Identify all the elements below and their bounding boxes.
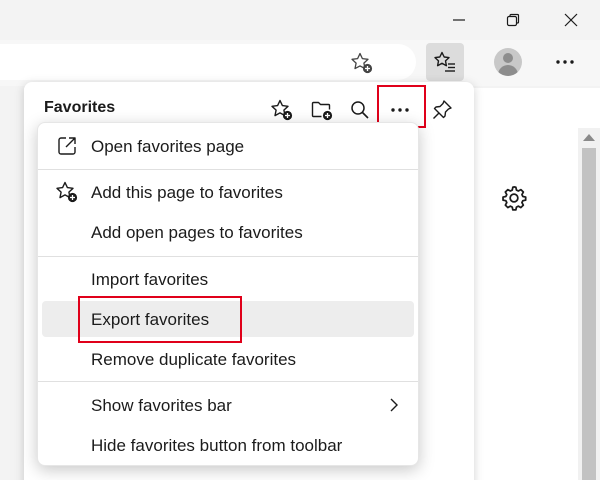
toolbar xyxy=(0,40,600,86)
chevron-right-icon xyxy=(390,398,398,412)
minimize-icon xyxy=(453,19,465,21)
star-add-icon xyxy=(271,99,293,121)
menu-item-import-favorites[interactable]: Import favorites xyxy=(42,261,414,297)
favorites-icon xyxy=(434,51,455,72)
menu-item-show-favorites-bar[interactable]: Show favorites bar xyxy=(42,387,414,423)
menu-item-label: Add open pages to favorites xyxy=(91,223,303,242)
close-button[interactable] xyxy=(544,0,598,40)
gear-icon[interactable] xyxy=(500,184,528,212)
pin-favorites-button[interactable] xyxy=(424,92,460,128)
search-icon xyxy=(351,101,369,119)
close-icon xyxy=(564,13,578,27)
add-favorite-star-icon[interactable] xyxy=(350,51,374,75)
export-favorites-highlight xyxy=(78,296,242,343)
menu-divider xyxy=(38,381,418,382)
menu-item-add-this-page[interactable]: Add this page to favorites xyxy=(42,174,414,210)
menu-item-label: Hide favorites button from toolbar xyxy=(91,436,343,455)
restore-icon xyxy=(506,13,520,27)
menu-item-label: Add this page to favorites xyxy=(91,183,283,202)
scroll-up-arrow-icon[interactable] xyxy=(583,134,595,141)
pin-icon xyxy=(433,100,452,119)
more-icon xyxy=(556,60,574,64)
scrollbar[interactable] xyxy=(578,128,600,480)
page-left-gutter xyxy=(0,88,24,480)
profile-button[interactable] xyxy=(489,43,527,81)
menu-item-label: Open favorites page xyxy=(91,137,245,156)
settings-and-more-button[interactable] xyxy=(546,43,584,81)
menu-divider xyxy=(38,256,418,257)
title-bar xyxy=(0,0,600,40)
menu-item-remove-duplicates[interactable]: Remove duplicate favorites xyxy=(42,341,414,377)
menu-item-add-open-pages[interactable]: Add open pages to favorites xyxy=(42,214,414,250)
avatar xyxy=(494,48,522,76)
open-external-icon xyxy=(58,137,76,155)
scroll-thumb[interactable] xyxy=(582,148,596,480)
menu-item-label: Remove duplicate favorites xyxy=(91,350,297,369)
menu-item-label: Import favorites xyxy=(91,270,209,289)
menu-divider xyxy=(38,169,418,170)
restore-button[interactable] xyxy=(486,0,540,40)
menu-item-label: Show favorites bar xyxy=(91,396,232,415)
favorites-button[interactable] xyxy=(426,43,464,81)
folder-add-icon xyxy=(311,101,333,121)
star-add-icon xyxy=(56,181,78,203)
menu-item-open-favorites-page[interactable]: Open favorites page xyxy=(42,128,414,164)
favorites-panel-title: Favorites xyxy=(44,99,116,116)
menu-item-hide-favorites-button[interactable]: Hide favorites button from toolbar xyxy=(42,427,414,463)
favorites-more-menu: Open favorites page Add this page to fav… xyxy=(37,122,419,466)
address-bar[interactable] xyxy=(0,44,416,80)
minimize-button[interactable] xyxy=(432,0,486,40)
